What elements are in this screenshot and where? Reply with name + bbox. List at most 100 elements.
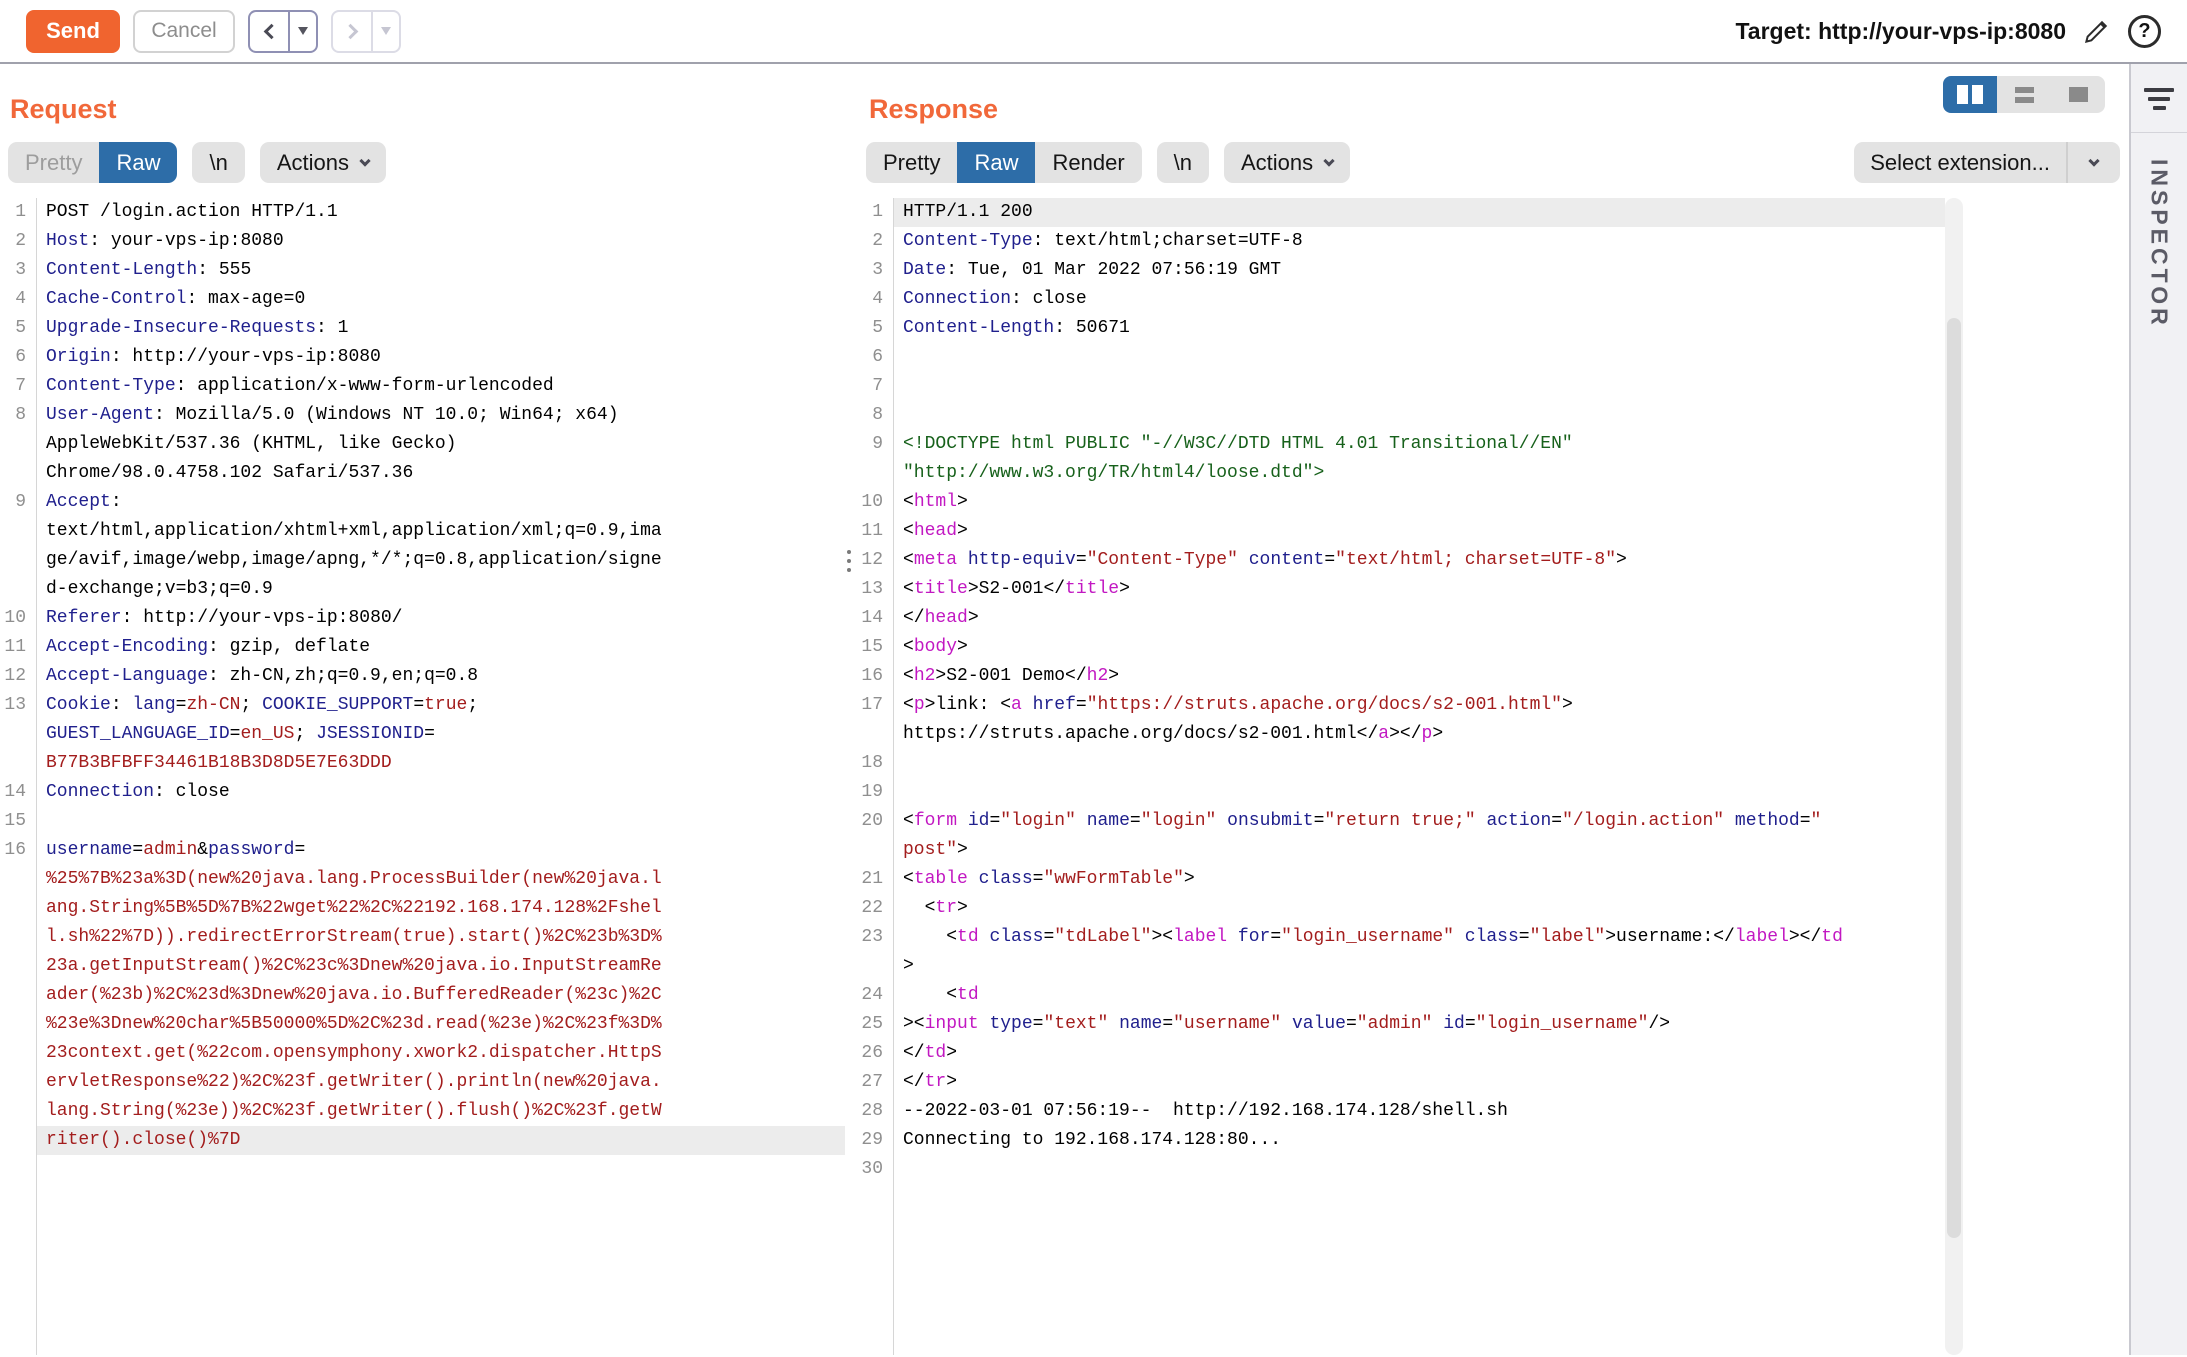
code-line: 12<meta http-equiv="Content-Type" conten… <box>853 546 1945 575</box>
code-line: 29Connecting to 192.168.174.128:80... <box>853 1126 1945 1155</box>
code-text: POST /login.action HTTP/1.1 <box>36 198 845 227</box>
forward-history-dropdown[interactable] <box>371 12 399 51</box>
response-scrollbar[interactable] <box>1945 198 1963 1355</box>
code-line: 11Accept-Encoding: gzip, deflate <box>0 633 845 662</box>
cancel-button[interactable]: Cancel <box>133 10 235 53</box>
code-text: </tr> <box>893 1068 1945 1097</box>
code-text: post"> <box>893 836 1945 865</box>
response-code-column: 1HTTP/1.1 2002Content-Type: text/html;ch… <box>853 183 1945 1355</box>
code-text <box>893 749 1945 778</box>
code-line: riter().close()%7D <box>0 1126 845 1155</box>
select-extension-dropdown[interactable]: Select extension... <box>1854 142 2120 183</box>
triangle-down-icon <box>381 27 391 35</box>
line-number: 26 <box>853 1039 893 1068</box>
main-split-view: Request Pretty Raw \n Actions 1POST /log… <box>0 64 2187 1355</box>
line-number: 4 <box>0 285 36 314</box>
tab-request-newline[interactable]: \n <box>192 142 244 183</box>
code-line: ge/avif,image/webp,image/apng,*/*;q=0.8,… <box>0 546 845 575</box>
line-number: 15 <box>0 807 36 836</box>
code-line: 15 <box>0 807 845 836</box>
select-extension-chevron[interactable] <box>2066 142 2120 183</box>
layout-single-button[interactable] <box>2051 76 2105 113</box>
code-line: 18 <box>853 749 1945 778</box>
code-text: Connecting to 192.168.174.128:80... <box>893 1126 1945 1155</box>
code-line: 8User-Agent: Mozilla/5.0 (Windows NT 10.… <box>0 401 845 430</box>
code-text: Referer: http://your-vps-ip:8080/ <box>36 604 845 633</box>
response-tabs: Pretty Raw Render \n Actions Select exte… <box>853 125 2129 183</box>
line-number: 2 <box>853 227 893 256</box>
back-split-button <box>248 10 318 53</box>
code-text: B77B3BFBFF34461B18B3D8D5E7E63DDD <box>36 749 845 778</box>
line-number: 25 <box>853 1010 893 1039</box>
code-line: 23 <td class="tdLabel"><label for="login… <box>853 923 1945 952</box>
response-actions-button[interactable]: Actions <box>1224 142 1350 183</box>
tab-response-render[interactable]: Render <box>1035 142 1141 183</box>
tab-response-raw[interactable]: Raw <box>957 142 1035 183</box>
code-text: <table class="wwFormTable"> <box>893 865 1945 894</box>
splitter-grip-icon <box>847 550 851 572</box>
target-url: http://your-vps-ip:8080 <box>1818 18 2066 44</box>
tab-response-pretty[interactable]: Pretty <box>866 142 957 183</box>
chevron-left-icon <box>263 23 279 39</box>
line-number: 1 <box>0 198 36 227</box>
tab-response-newline[interactable]: \n <box>1157 142 1209 183</box>
scrollbar-thumb[interactable] <box>1947 318 1961 1238</box>
code-line: 25><input type="text" name="username" va… <box>853 1010 1945 1039</box>
chevron-down-icon <box>2088 155 2099 166</box>
back-button[interactable] <box>250 12 288 51</box>
response-format-segment: Pretty Raw Render <box>866 142 1142 183</box>
response-pane: Response Pretty Raw Render \n Actions Se… <box>853 64 2129 1355</box>
code-text: Chrome/98.0.4758.102 Safari/537.36 <box>36 459 845 488</box>
code-line: ervletResponse%22)%2C%23f.getWriter().pr… <box>0 1068 845 1097</box>
send-button[interactable]: Send <box>26 10 120 53</box>
code-line: 22 <tr> <box>853 894 1945 923</box>
code-text: ge/avif,image/webp,image/apng,*/*;q=0.8,… <box>36 546 845 575</box>
tab-request-raw[interactable]: Raw <box>99 142 177 183</box>
line-number: 8 <box>0 401 36 430</box>
code-text: riter().close()%7D <box>36 1126 845 1155</box>
back-history-dropdown[interactable] <box>288 12 316 51</box>
code-line: d-exchange;v=b3;q=0.9 <box>0 575 845 604</box>
line-number: 9 <box>0 488 36 517</box>
forward-button[interactable] <box>333 12 371 51</box>
line-number: 16 <box>0 836 36 865</box>
code-text: ervletResponse%22)%2C%23f.getWriter().pr… <box>36 1068 845 1097</box>
code-line: 28--2022-03-01 07:56:19-- http://192.168… <box>853 1097 1945 1126</box>
code-text <box>893 401 1945 430</box>
code-line: 7 <box>853 372 1945 401</box>
code-line: 10Referer: http://your-vps-ip:8080/ <box>0 604 845 633</box>
code-line: 23context.get(%22com.opensymphony.xwork2… <box>0 1039 845 1068</box>
line-number: 8 <box>853 401 893 430</box>
code-line: 27</tr> <box>853 1068 1945 1097</box>
code-line: 17<p>link: <a href="https://struts.apach… <box>853 691 1945 720</box>
layout-columns-button[interactable] <box>1943 76 1997 113</box>
code-line: 8 <box>853 401 1945 430</box>
code-line: l.sh%22%7D)).redirectErrorStream(true).s… <box>0 923 845 952</box>
code-line: 4Connection: close <box>853 285 1945 314</box>
inspector-tab[interactable]: INSPECTOR <box>2146 159 2173 329</box>
repeater-toolbar: Send Cancel Target: http://your-vps-ip:8… <box>0 0 2187 64</box>
code-line: 14</head> <box>853 604 1945 633</box>
line-number: 17 <box>853 691 893 720</box>
inspector-collapse-icon[interactable] <box>2131 88 2187 133</box>
triangle-down-icon <box>298 27 308 35</box>
code-text: Connection: close <box>36 778 845 807</box>
code-line: 13<title>S2-001</title> <box>853 575 1945 604</box>
forward-split-button <box>331 10 401 53</box>
request-actions-button[interactable]: Actions <box>260 142 386 183</box>
response-editor[interactable]: 1HTTP/1.1 2002Content-Type: text/html;ch… <box>853 198 1945 1355</box>
help-icon[interactable]: ? <box>2128 15 2161 48</box>
code-line: 9Accept: <box>0 488 845 517</box>
line-number: 18 <box>853 749 893 778</box>
code-text: Cookie: lang=zh-CN; COOKIE_SUPPORT=true; <box>36 691 845 720</box>
code-line: AppleWebKit/537.36 (KHTML, like Gecko) <box>0 430 845 459</box>
line-number: 1 <box>853 198 893 227</box>
edit-target-pencil-icon[interactable] <box>2082 16 2112 46</box>
pane-splitter[interactable] <box>845 64 853 1355</box>
code-line: GUEST_LANGUAGE_ID=en_US; JSESSIONID= <box>0 720 845 749</box>
layout-rows-button[interactable] <box>1997 76 2051 113</box>
tab-request-pretty[interactable]: Pretty <box>8 142 99 183</box>
code-text: </head> <box>893 604 1945 633</box>
request-editor[interactable]: 1POST /login.action HTTP/1.12Host: your-… <box>0 198 845 1355</box>
code-line: 4Cache-Control: max-age=0 <box>0 285 845 314</box>
